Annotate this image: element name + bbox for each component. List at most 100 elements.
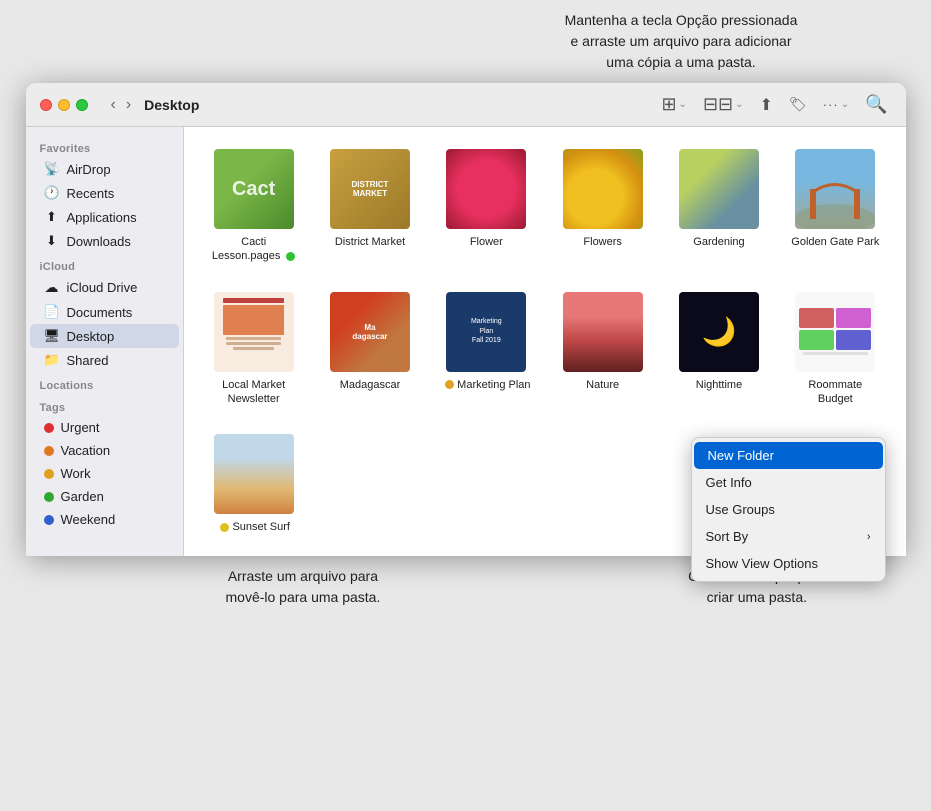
file-item-cacti[interactable]: Cact CactiLesson.pages [200, 143, 308, 270]
sidebar-item-downloads[interactable]: ⬇ Downloads [30, 229, 179, 253]
submenu-arrow-icon: › [867, 531, 871, 543]
weekend-dot [44, 515, 54, 525]
sidebar-item-documents[interactable]: 📄 Documents [30, 300, 179, 324]
sidebar-item-shared[interactable]: 📁 Shared [30, 348, 179, 372]
share-icon: ⬆ [760, 95, 773, 115]
sidebar-item-recents[interactable]: 🕐 Recents [30, 181, 179, 205]
shared-icon: 📁 [44, 352, 60, 368]
ellipsis-icon: ··· [823, 97, 839, 112]
search-button[interactable]: 🔍 [861, 92, 891, 117]
file-name-goldengate: Golden Gate Park [791, 235, 879, 249]
file-name-gardening: Gardening [693, 235, 744, 249]
sidebar-label-documents: Documents [67, 305, 133, 320]
maximize-button[interactable] [76, 99, 88, 111]
back-button[interactable]: ‹ [108, 96, 119, 114]
sidebar-section-icloud: iCloud [26, 253, 183, 275]
documents-icon: 📄 [44, 304, 60, 320]
file-name-cacti: CactiLesson.pages [212, 235, 296, 264]
file-name-flower: Flower [470, 235, 503, 249]
sidebar-label-downloads: Downloads [67, 234, 131, 249]
context-label-view-options: Show View Options [706, 556, 819, 571]
sidebar-item-urgent[interactable]: Urgent [30, 416, 179, 439]
view-mode-button[interactable]: ⊞ ⌄ [657, 92, 690, 117]
file-item-budget[interactable]: RoommateBudget [781, 286, 889, 413]
sidebar-item-weekend[interactable]: Weekend [30, 508, 179, 531]
thumb-flower [446, 149, 526, 229]
traffic-lights [40, 99, 88, 111]
context-menu: New Folder Get Info Use Groups Sort By ›… [691, 437, 886, 582]
file-item-nighttime[interactable]: 🌙 Nighttime [665, 286, 773, 413]
file-name-nighttime: Nighttime [696, 378, 742, 392]
forward-button[interactable]: › [123, 96, 134, 114]
tooltip-top: Mantenha a tecla Opção pressionada e arr… [451, 10, 911, 73]
view-arrow-icon: ⌄ [679, 99, 687, 110]
file-item-newsletter[interactable]: Local MarketNewsletter [200, 286, 308, 413]
sidebar-label-icloud-drive: iCloud Drive [67, 280, 138, 295]
sidebar-item-icloud-drive[interactable]: ☁ iCloud Drive [30, 275, 179, 300]
main-area: Favorites 📡 AirDrop 🕐 Recents ⬆ Applicat… [26, 127, 906, 556]
window-title: Desktop [144, 97, 647, 113]
file-name-budget: RoommateBudget [808, 378, 862, 407]
thumb-gardening [679, 149, 759, 229]
content-area: Cact CactiLesson.pages DISTRICT MARKET D… [184, 127, 906, 556]
sidebar-item-garden[interactable]: Garden [30, 485, 179, 508]
file-name-madagascar: Madagascar [340, 378, 401, 392]
garden-dot [44, 492, 54, 502]
finder-window: ‹ › Desktop ⊞ ⌄ ⊟⊟ ⌄ ⬆ 🏷 ··· ⌄ [26, 83, 906, 556]
annotation-bottom-left: Arraste um arquivo para movê-lo para uma… [226, 566, 381, 608]
sidebar-section-tags: Tags [26, 394, 183, 416]
share-button[interactable]: ⬆ [756, 93, 777, 117]
close-button[interactable] [40, 99, 52, 111]
thumb-goldengate [795, 149, 875, 229]
file-item-flowers[interactable]: Flowers [549, 143, 657, 270]
sidebar-label-vacation: Vacation [61, 443, 111, 458]
file-item-district[interactable]: DISTRICT MARKET District Market [316, 143, 424, 270]
desktop-icon: 🖥 [44, 328, 60, 344]
context-menu-view-options[interactable]: Show View Options [692, 550, 885, 577]
file-name-district: District Market [335, 235, 405, 249]
sidebar-label-garden: Garden [61, 489, 104, 504]
context-menu-get-info[interactable]: Get Info [692, 469, 885, 496]
urgent-dot [44, 423, 54, 433]
sidebar-section-favorites: Favorites [26, 135, 183, 157]
context-menu-use-groups[interactable]: Use Groups [692, 496, 885, 523]
file-name-flowers: Flowers [583, 235, 622, 249]
sidebar-item-vacation[interactable]: Vacation [30, 439, 179, 462]
file-item-sunset[interactable]: Sunset Surf [200, 428, 308, 540]
file-name-newsletter: Local MarketNewsletter [222, 378, 285, 407]
sidebar-item-airdrop[interactable]: 📡 AirDrop [30, 157, 179, 181]
thumb-district: DISTRICT MARKET [330, 149, 410, 229]
context-label-use-groups: Use Groups [706, 502, 775, 517]
minimize-button[interactable] [58, 99, 70, 111]
more-button[interactable]: ··· ⌄ [819, 95, 853, 114]
sidebar: Favorites 📡 AirDrop 🕐 Recents ⬆ Applicat… [26, 127, 184, 556]
tag-button[interactable]: 🏷 [785, 94, 811, 115]
toolbar-right: ⊞ ⌄ ⊟⊟ ⌄ ⬆ 🏷 ··· ⌄ 🔍 [657, 92, 891, 117]
file-name-nature: Nature [586, 378, 619, 392]
sidebar-label-shared: Shared [67, 353, 109, 368]
sidebar-label-airdrop: AirDrop [67, 162, 111, 177]
sidebar-item-desktop[interactable]: 🖥 Desktop [30, 324, 179, 348]
thumb-sunset [214, 434, 294, 514]
group-arrow-icon: ⌄ [735, 99, 743, 110]
thumb-marketing: Marketing Plan Fall 2019 [446, 292, 526, 372]
icloud-drive-icon: ☁ [44, 279, 60, 296]
more-arrow-icon: ⌄ [841, 99, 849, 110]
context-menu-sort-by[interactable]: Sort By › [692, 523, 885, 550]
file-item-madagascar[interactable]: Ma dagascar Madagascar [316, 286, 424, 413]
file-item-nature[interactable]: Nature [549, 286, 657, 413]
thumb-cacti: Cact [214, 149, 294, 229]
sidebar-label-recents: Recents [67, 186, 115, 201]
file-item-gardening[interactable]: Gardening [665, 143, 773, 270]
file-item-goldengate[interactable]: Golden Gate Park [781, 143, 889, 270]
context-menu-new-folder[interactable]: New Folder [694, 442, 883, 469]
thumb-nature [563, 292, 643, 372]
group-icon: ⊟⊟ [703, 94, 733, 115]
group-button[interactable]: ⊟⊟ ⌄ [699, 92, 748, 117]
tag-icon: 🏷 [789, 96, 807, 113]
file-item-marketing[interactable]: Marketing Plan Fall 2019 Marketing Plan [432, 286, 540, 413]
sidebar-item-applications[interactable]: ⬆ Applications [30, 205, 179, 229]
file-item-flower[interactable]: Flower [432, 143, 540, 270]
thumb-newsletter [214, 292, 294, 372]
sidebar-item-work[interactable]: Work [30, 462, 179, 485]
